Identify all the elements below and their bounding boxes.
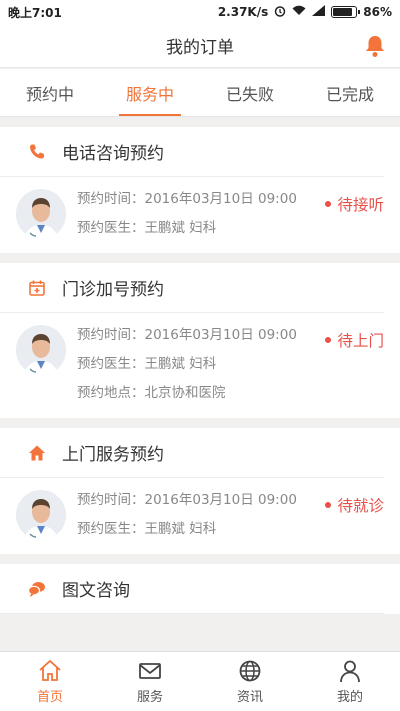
- tab-in-service[interactable]: 服务中: [100, 69, 200, 116]
- status-bar: 晚上7:01 2.37K/s 86%: [0, 0, 400, 24]
- page-title: 我的订单: [166, 38, 234, 58]
- nav-label: 资讯: [236, 690, 263, 705]
- battery-percent: 86%: [363, 5, 392, 19]
- globe-icon: [239, 660, 261, 682]
- order-card-home-service[interactable]: 上门服务预约 预约时间：2016年03月10日 09:00 预约医生：王鹏斌 妇…: [0, 428, 400, 554]
- user-icon: [340, 660, 360, 683]
- tab-failed[interactable]: 已失败: [200, 69, 300, 116]
- card-header: 图文咨询: [0, 564, 384, 614]
- status-text: 待接听: [337, 196, 384, 214]
- nav-service[interactable]: 服务: [100, 652, 200, 711]
- nav-label: 服务: [136, 690, 163, 705]
- card-header: 上门服务预约: [0, 428, 384, 478]
- battery-icon: [331, 6, 361, 18]
- nav-label: 我的: [336, 690, 363, 705]
- status-dot: [325, 337, 332, 343]
- status-text: 待上门: [337, 332, 384, 350]
- status-badge: 待上门: [325, 329, 384, 351]
- order-list: 电话咨询预约 预约时间：2016年03月10日 09:00 预约医生：王鹏斌 妇…: [0, 127, 400, 651]
- appointment-location: 预约地点：北京协和医院: [77, 385, 226, 401]
- appointment-doctor: 预约医生：王鹏斌 妇科: [77, 521, 217, 537]
- doctor-avatar: [16, 490, 66, 540]
- card-title: 门诊加号预约: [62, 280, 164, 300]
- card-body: 预约时间：2016年03月10日 09:00 预约医生：王鹏斌 妇科 待就诊: [0, 478, 400, 554]
- order-card-clinic[interactable]: 门诊加号预约 预约时间：2016年03月10日 09:00 预约医生：王鹏斌 妇…: [0, 263, 400, 418]
- status-time: 晚上7:01: [8, 5, 62, 20]
- doctor-avatar: [16, 189, 66, 239]
- signal-icon: [312, 5, 326, 19]
- appointment-doctor: 预约医生：王鹏斌 妇科: [77, 220, 217, 236]
- order-card-chat[interactable]: 图文咨询: [0, 564, 400, 614]
- chat-icon: [28, 580, 46, 598]
- nav-news[interactable]: 资讯: [200, 652, 300, 711]
- status-text: 待就诊: [337, 497, 384, 515]
- card-body: 预约时间：2016年03月10日 09:00 预约医生：王鹏斌 妇科 预约地点：…: [0, 313, 400, 418]
- alarm-icon: [274, 5, 286, 20]
- card-body: 预约时间：2016年03月10日 09:00 预约医生：王鹏斌 妇科 待接听: [0, 177, 400, 253]
- status-dot: [325, 502, 332, 508]
- tab-completed[interactable]: 已完成: [300, 69, 400, 116]
- status-badge: 待接听: [325, 193, 384, 215]
- order-card-phone[interactable]: 电话咨询预约 预约时间：2016年03月10日 09:00 预约医生：王鹏斌 妇…: [0, 127, 400, 253]
- app-header: 我的订单: [0, 24, 400, 68]
- nav-profile[interactable]: 我的: [300, 652, 400, 711]
- nav-label: 首页: [36, 690, 63, 705]
- bottom-nav: 首页 服务 资讯 我的: [0, 651, 400, 711]
- order-tabs: 预约中 服务中 已失败 已完成: [0, 69, 400, 117]
- card-header: 门诊加号预约: [0, 263, 384, 313]
- status-indicators: 2.37K/s 86%: [218, 5, 392, 20]
- card-title: 图文咨询: [62, 581, 130, 601]
- tab-booking[interactable]: 预约中: [0, 69, 100, 116]
- doctor-avatar: [16, 325, 66, 375]
- status-badge: 待就诊: [325, 494, 384, 516]
- nav-home[interactable]: 首页: [0, 652, 100, 711]
- status-dot: [325, 201, 332, 207]
- appointment-doctor: 预约医生：王鹏斌 妇科: [77, 356, 217, 372]
- wifi-icon: [292, 5, 306, 19]
- card-header: 电话咨询预约: [0, 127, 384, 177]
- bell-icon[interactable]: [364, 34, 386, 58]
- calendar-plus-icon: [28, 279, 46, 297]
- card-title: 电话咨询预约: [62, 144, 164, 164]
- mail-icon: [139, 663, 161, 679]
- network-speed: 2.37K/s: [217, 5, 269, 19]
- card-title: 上门服务预约: [62, 445, 164, 465]
- home-icon: [28, 444, 46, 462]
- home-icon: [39, 659, 61, 681]
- phone-icon: [28, 143, 46, 161]
